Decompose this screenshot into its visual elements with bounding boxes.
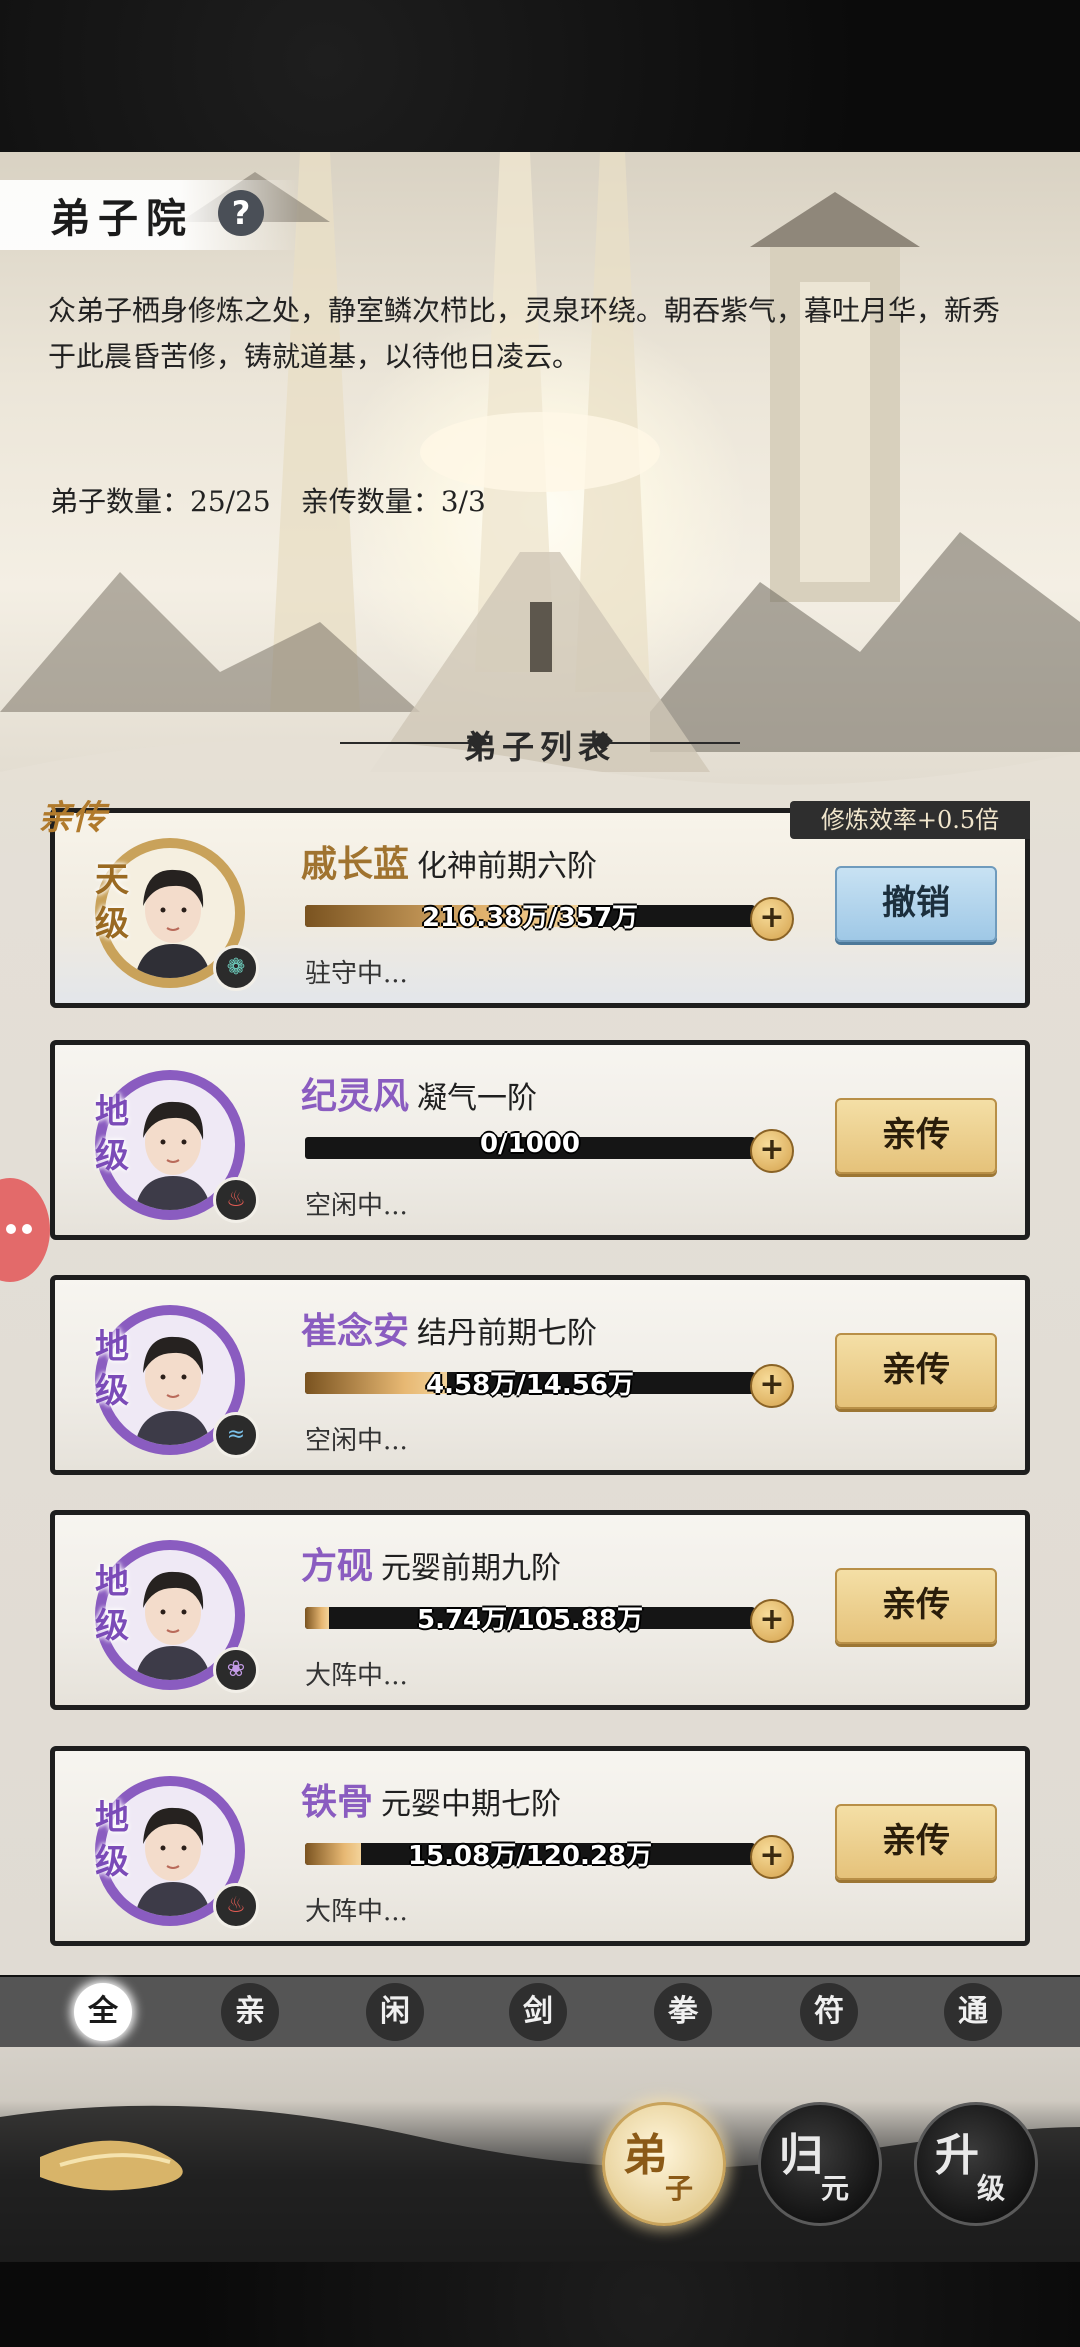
- disciple-realm: 元婴前期九阶: [381, 1551, 562, 1586]
- disciple-realm: 凝气一阶: [417, 1081, 538, 1116]
- disciple-realm: 元婴中期七阶: [381, 1787, 562, 1822]
- personal-disciple-label: 亲传: [38, 798, 106, 838]
- disciple-realm: 化神前期六阶: [417, 849, 598, 884]
- progress-text: 0/1000: [480, 1129, 580, 1159]
- bottom-frame: [0, 2262, 1080, 2347]
- add-cultivation-button[interactable]: +: [750, 897, 794, 941]
- disciple-realm: 结丹前期七阶: [417, 1316, 598, 1351]
- add-cultivation-button[interactable]: +: [750, 1129, 794, 1173]
- make-personal-button[interactable]: 亲传: [835, 1098, 997, 1174]
- disciple-name: 崔念安: [301, 1310, 410, 1352]
- progress-text: 15.08万/120.28万: [407, 1841, 653, 1871]
- disciple-card[interactable]: 地级 ♨ 铁骨 元婴中期七阶 15.08万/120.28万 + 大阵中... 亲传: [50, 1746, 1030, 1946]
- disciple-grade: 天级: [95, 860, 129, 944]
- fire-icon: ♨: [213, 1177, 259, 1223]
- disciple-status: 空闲中...: [305, 1426, 408, 1456]
- disciple-status: 驻守中...: [305, 959, 408, 989]
- filter-fist-button[interactable]: 拳: [654, 1983, 712, 2041]
- add-cultivation-button[interactable]: +: [750, 1835, 794, 1879]
- nav-main-label: 归: [779, 2130, 823, 2181]
- disciple-name: 方砚: [301, 1545, 374, 1587]
- count-stats: 弟子数量：25/25 亲传数量：3/3: [50, 480, 486, 520]
- nav-main-label: 升: [935, 2130, 979, 2181]
- filter-all-button[interactable]: 全: [74, 1983, 132, 2041]
- filter-idle-button[interactable]: 闲: [366, 1983, 424, 2041]
- disciple-grade: 地级: [95, 1092, 129, 1176]
- disciple-card[interactable]: 地级 ❀ 方砚 元婴前期九阶 5.74万/105.88万 + 大阵中... 亲传: [50, 1510, 1030, 1710]
- disciple-status: 大阵中...: [305, 1661, 408, 1691]
- add-cultivation-button[interactable]: +: [750, 1599, 794, 1643]
- filter-personal-button[interactable]: 亲: [221, 1983, 279, 2041]
- make-personal-button[interactable]: 亲传: [835, 1804, 997, 1880]
- disciple-name-row: 方砚 元婴前期九阶: [301, 1537, 561, 1589]
- add-cultivation-button[interactable]: +: [750, 1364, 794, 1408]
- disciple-count: 弟子数量：25/25: [50, 485, 271, 518]
- progress-text: 216.38万/357万: [421, 903, 639, 933]
- revoke-button[interactable]: 撤销: [835, 866, 997, 942]
- nav-sub-label: 元: [821, 2172, 850, 2205]
- training-bonus-tag: 修炼效率+0.5倍: [790, 801, 1030, 839]
- personal-count: 亲传数量：3/3: [300, 485, 486, 518]
- filter-general-button[interactable]: 通: [944, 1983, 1002, 2041]
- make-personal-button[interactable]: 亲传: [835, 1333, 997, 1409]
- disciple-grade: 地级: [95, 1327, 129, 1411]
- disciple-name-row: 戚长蓝 化神前期六阶: [301, 835, 597, 887]
- disciple-grade: 地级: [95, 1562, 129, 1646]
- disciple-status: 大阵中...: [305, 1897, 408, 1927]
- disciple-name-row: 纪灵风 凝气一阶: [301, 1067, 537, 1119]
- wind-icon: ❁: [213, 945, 259, 991]
- nav-sub-label: 子: [665, 2172, 694, 2205]
- disciple-name-row: 崔念安 结丹前期七阶: [301, 1302, 597, 1354]
- fire-icon: ♨: [213, 1883, 259, 1929]
- water-icon: ≈: [213, 1412, 259, 1458]
- nav-sub-label: 级: [977, 2172, 1006, 2205]
- top-frame: [0, 0, 1080, 152]
- disciple-name: 戚长蓝: [301, 843, 410, 885]
- disciple-name-row: 铁骨 元婴中期七阶: [301, 1773, 561, 1825]
- upgrade-nav-button[interactable]: 升级: [914, 2102, 1038, 2226]
- disciple-grade: 地级: [95, 1798, 129, 1882]
- make-personal-button[interactable]: 亲传: [835, 1568, 997, 1644]
- progress-text: 4.58万/14.56万: [426, 1370, 634, 1400]
- page-title: 弟子院: [50, 195, 194, 242]
- hall-description: 众弟子栖身修炼之处，静室鳞次栉比，灵泉环绕。朝吞紫气，暮吐月华，新秀于此晨昏苦修…: [48, 294, 1001, 373]
- nav-main-label: 弟: [623, 2130, 667, 2181]
- disciple-name: 铁骨: [301, 1781, 374, 1823]
- disciples-nav-button[interactable]: 弟子: [602, 2102, 726, 2226]
- return-origin-nav-button[interactable]: 归元: [758, 2102, 882, 2226]
- progress-text: 5.74万/105.88万: [417, 1605, 643, 1635]
- flame-icon: ❀: [213, 1647, 259, 1693]
- disciple-card[interactable]: 地级 ≈ 崔念安 结丹前期七阶 4.58万/14.56万 + 空闲中... 亲传: [50, 1275, 1030, 1475]
- disciple-name: 纪灵风: [301, 1075, 410, 1117]
- help-icon[interactable]: ?: [218, 190, 264, 236]
- filter-talisman-button[interactable]: 符: [800, 1983, 858, 2041]
- filter-sword-button[interactable]: 剑: [509, 1983, 567, 2041]
- section-title: 弟子列表: [463, 728, 616, 766]
- disciple-status: 空闲中...: [305, 1191, 408, 1221]
- disciple-card[interactable]: 地级 ♨ 纪灵风 凝气一阶 0/1000 + 空闲中... 亲传: [50, 1040, 1030, 1240]
